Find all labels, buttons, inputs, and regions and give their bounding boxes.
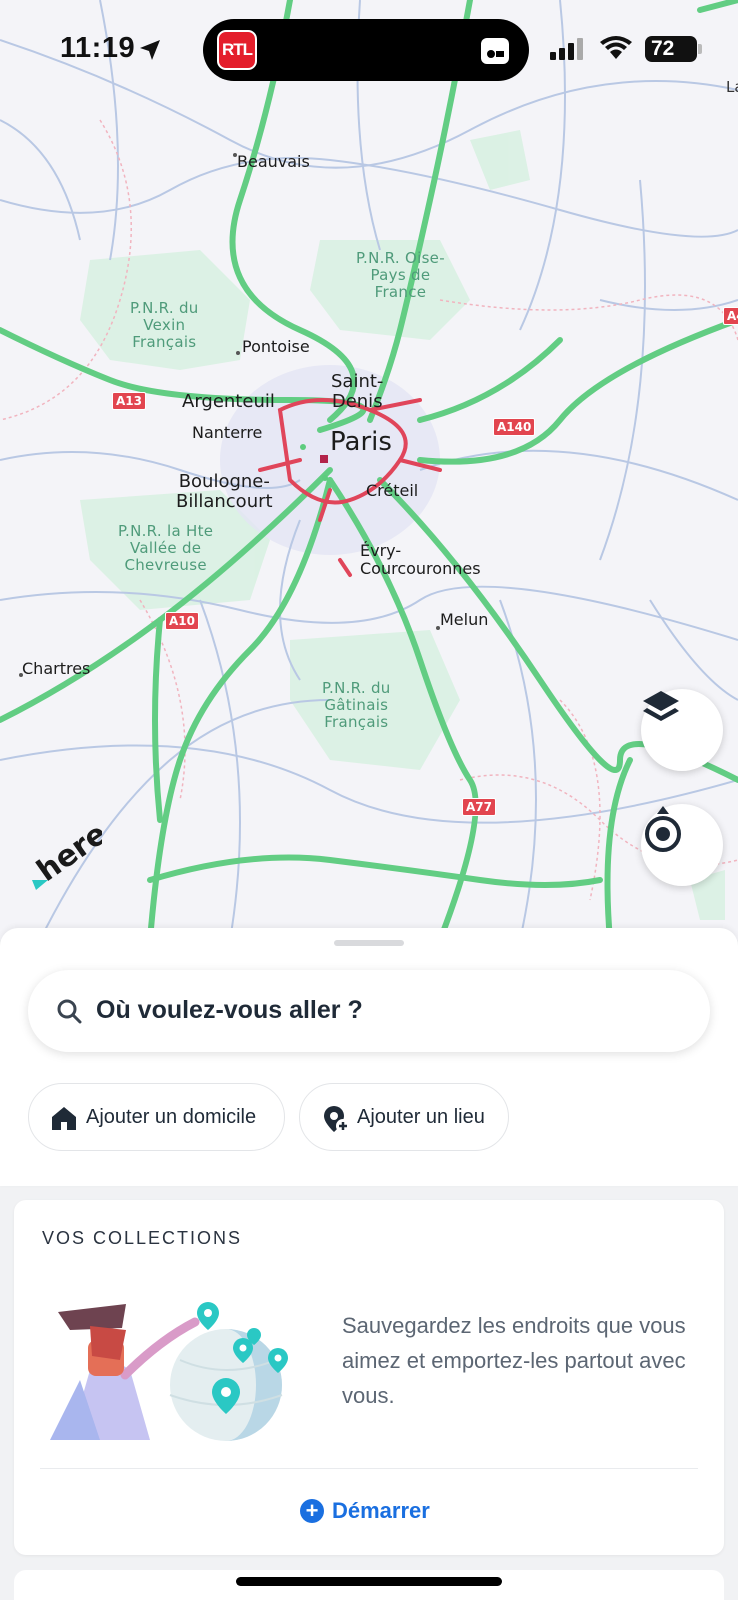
home-icon bbox=[52, 1107, 76, 1130]
label-melun: Melun bbox=[440, 610, 489, 629]
label-beauvais: Beauvais bbox=[237, 152, 310, 171]
pontoise-dot bbox=[236, 351, 240, 355]
clock: 11:19 bbox=[60, 32, 136, 64]
label-pnr-chevreuse: P.N.R. la Hte Vallée de Chevreuse bbox=[118, 522, 214, 574]
bottom-sheet[interactable]: Où voulez-vous aller ? Ajouter un domici… bbox=[0, 928, 738, 1186]
start-collection-button[interactable]: + Démarrer bbox=[300, 1498, 430, 1524]
label-boulogne: Boulogne- Billancourt bbox=[176, 471, 273, 513]
shield-a10: A10 bbox=[165, 612, 199, 630]
shield-a13: A13 bbox=[112, 392, 146, 410]
label-saint-denis: Saint- Denis bbox=[331, 371, 384, 413]
sheet-grabber[interactable] bbox=[334, 940, 404, 946]
add-home-button[interactable]: Ajouter un domicile bbox=[28, 1083, 285, 1151]
add-place-label: Ajouter un lieu bbox=[357, 1106, 485, 1128]
label-nanterre: Nanterre bbox=[192, 423, 263, 442]
my-location-button[interactable] bbox=[641, 804, 723, 886]
label-chartres: Chartres bbox=[22, 659, 91, 678]
label-pnr-gatinais: P.N.R. du Gâtinais Français bbox=[322, 679, 391, 731]
wifi-icon bbox=[600, 36, 632, 59]
shield-a140: A140 bbox=[493, 418, 536, 436]
location-arrow-icon bbox=[140, 40, 160, 60]
label-creteil: Créteil bbox=[366, 481, 419, 500]
label-pnr-oise: P.N.R. Oise- Pays de France bbox=[356, 249, 445, 301]
divider bbox=[40, 1468, 698, 1469]
svg-text:here: here bbox=[31, 820, 102, 889]
battery-indicator: 72 bbox=[645, 36, 697, 62]
search-bar[interactable]: Où voulez-vous aller ? bbox=[28, 970, 710, 1052]
collections-description: Sauvegardez les endroits que vous aimez … bbox=[342, 1313, 686, 1408]
battery-level: 72 bbox=[651, 37, 675, 60]
map-view[interactable]: Beauvais P.N.R. Oise- Pays de France P.N… bbox=[0, 0, 738, 940]
cellular-signal-icon bbox=[550, 38, 583, 60]
add-place-button[interactable]: Ajouter un lieu bbox=[299, 1083, 509, 1151]
collections-title: VOS COLLECTIONS bbox=[42, 1228, 243, 1248]
dynamic-island[interactable]: RTL bbox=[203, 19, 529, 81]
map-canvas bbox=[0, 0, 738, 940]
paris-marker bbox=[320, 455, 328, 463]
label-argenteuil: Argenteuil bbox=[182, 391, 275, 412]
compass-locate-icon bbox=[645, 806, 681, 852]
label-pontoise: Pontoise bbox=[242, 337, 310, 356]
home-indicator[interactable] bbox=[236, 1577, 502, 1586]
collections-card: VOS COLLECTIONS Sauvegardez les endroits… bbox=[14, 1200, 724, 1555]
label-evry: Évry- Courcouronnes bbox=[360, 541, 481, 578]
layers-icon bbox=[643, 691, 679, 721]
add-place-pin-icon bbox=[324, 1106, 350, 1133]
label-pnr-vexin: P.N.R. du Vexin Français bbox=[130, 299, 199, 351]
collections-illustration bbox=[50, 1302, 288, 1441]
start-label: Démarrer bbox=[332, 1498, 430, 1523]
apple-tv-icon bbox=[481, 38, 509, 64]
label-paris: Paris bbox=[330, 427, 392, 457]
add-home-label: Ajouter un domicile bbox=[86, 1106, 257, 1128]
shield-a4: A4 bbox=[723, 307, 738, 325]
layers-button[interactable] bbox=[641, 689, 723, 771]
plus-circle-icon: + bbox=[300, 1499, 324, 1523]
shield-a77: A77 bbox=[462, 798, 496, 816]
battery-cap bbox=[698, 44, 702, 54]
search-icon bbox=[57, 999, 82, 1024]
rtl-app-icon: RTL bbox=[217, 30, 257, 70]
status-bar: 11:19 RTL 72 bbox=[0, 0, 738, 100]
search-placeholder: Où voulez-vous aller ? bbox=[96, 996, 363, 1024]
